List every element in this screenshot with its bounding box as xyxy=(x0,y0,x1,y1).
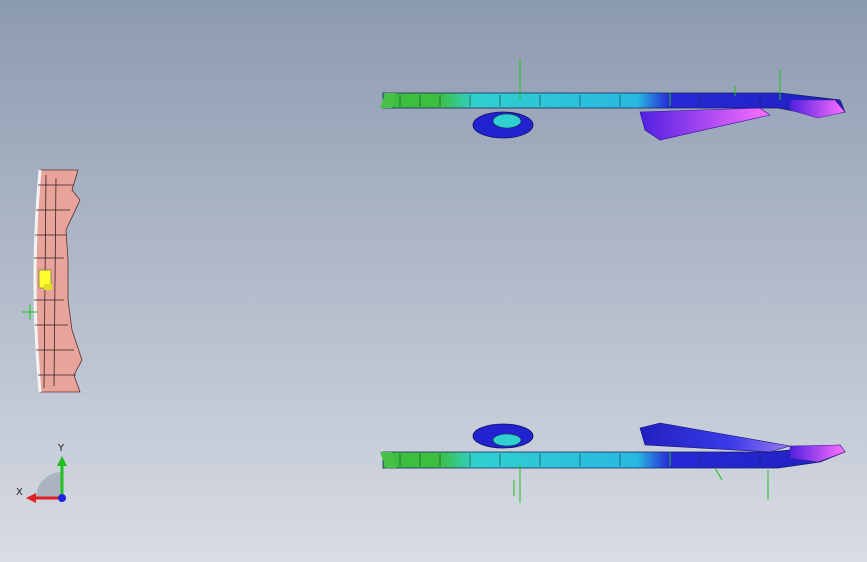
y-axis-label: Y xyxy=(58,443,65,454)
viewport-background xyxy=(0,0,867,562)
graphics-viewport[interactable]: Y X xyxy=(0,0,867,562)
axis-triad: Y X xyxy=(14,440,74,510)
x-axis-label: X xyxy=(16,487,23,498)
left-part-view[interactable] xyxy=(0,0,867,562)
triad-graphic xyxy=(26,456,67,503)
